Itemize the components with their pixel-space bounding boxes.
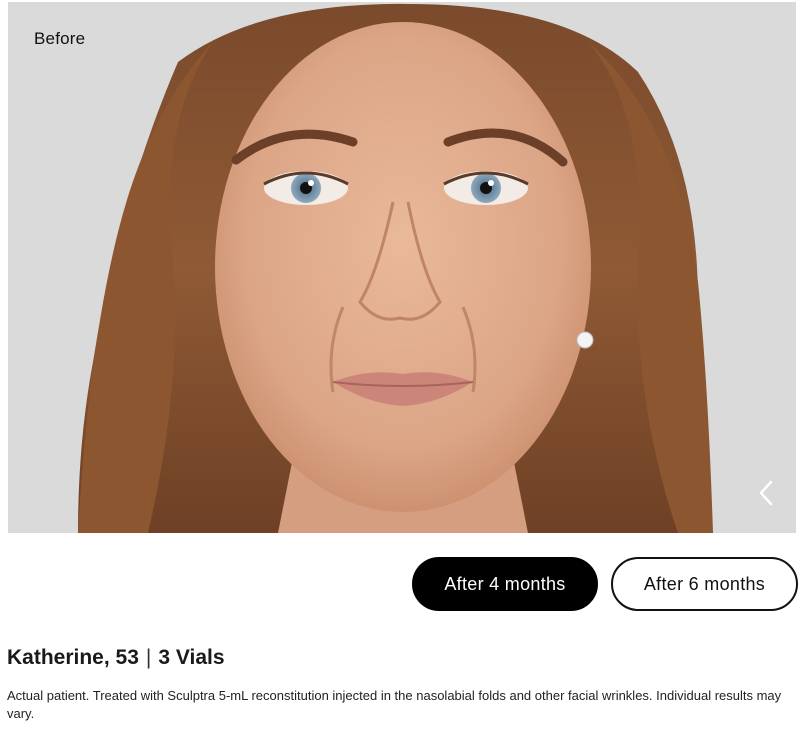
patient-portrait-image — [78, 3, 713, 533]
tab-after-4-months[interactable]: After 4 months — [412, 557, 598, 611]
heading-separator: | — [145, 646, 152, 669]
tab-after-6-months[interactable]: After 6 months — [611, 557, 798, 611]
patient-heading: Katherine, 53 | 3 Vials — [7, 646, 225, 670]
disclaimer-text: Actual patient. Treated with Sculptra 5-… — [7, 688, 782, 721]
carousel-arrow-button[interactable] — [756, 478, 784, 514]
patient-name-age: Katherine, 53 — [7, 646, 139, 669]
before-after-photo: Before — [8, 2, 796, 533]
patient-vials: 3 Vials — [158, 646, 225, 669]
chevron-left-icon — [759, 480, 773, 506]
before-label: Before — [34, 29, 86, 48]
